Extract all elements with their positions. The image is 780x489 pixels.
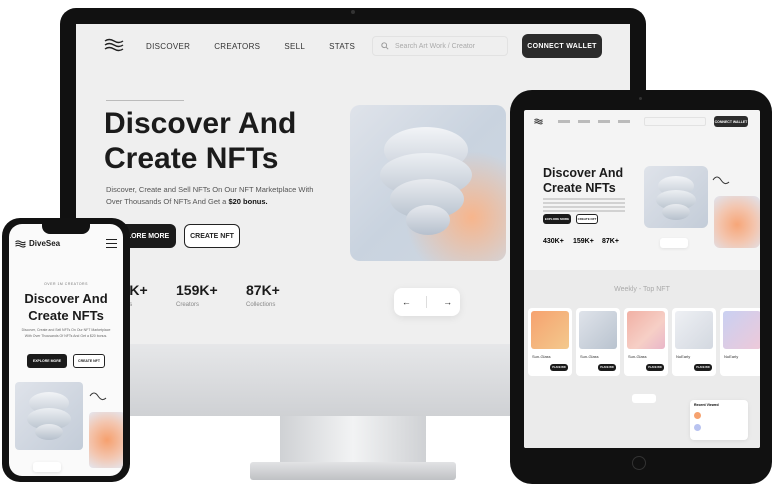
- art-disc: [406, 205, 450, 235]
- stat-collections: 87K+ Collections: [246, 282, 280, 308]
- phone-explore-button[interactable]: EXPLORE MORE: [27, 354, 67, 368]
- nft-card[interactable]: NuEarly: [720, 308, 760, 376]
- tablet-hero-desc: [543, 198, 625, 212]
- main-nav: DISCOVER CREATORS SELL STATS: [146, 42, 355, 51]
- hamburger-menu-icon[interactable]: [106, 239, 117, 248]
- wave-logo-icon[interactable]: [534, 118, 543, 125]
- nav-stats[interactable]: STATS: [329, 42, 355, 51]
- recent-viewed-title: Recent Viewed: [694, 403, 719, 407]
- search-icon: [381, 42, 389, 50]
- hero-title: Discover And Create NFTs: [104, 107, 297, 175]
- stat-label: Collections: [246, 302, 276, 308]
- tablet-search-input[interactable]: [644, 117, 706, 126]
- tablet-section-title: Weekly - Top NFT: [614, 286, 670, 293]
- hero-desc-bonus: $20 bonus.: [228, 197, 268, 206]
- ipad-camera: [639, 97, 642, 100]
- tablet-stat-value: 430K+: [543, 238, 564, 245]
- phone-side-artwork[interactable]: [89, 412, 123, 468]
- hero-divider: [106, 100, 184, 101]
- avatar: [694, 412, 701, 419]
- nft-thumb: [531, 311, 569, 349]
- nft-thumb: [675, 311, 713, 349]
- nft-card[interactable]: NuEarly PLACE BID: [672, 308, 716, 376]
- tablet-connect-button[interactable]: CONNECT WALLET: [714, 116, 748, 127]
- brand-name: DiveSea: [29, 239, 61, 248]
- phone-hero-desc: Discover, Create and Sell NFTs On Our NF…: [21, 328, 111, 338]
- nft-card-title: Sun-Glass: [580, 354, 599, 359]
- nft-card-title: NuEarly: [676, 354, 691, 359]
- nft-thumb: [627, 311, 665, 349]
- nft-card-title: Sun-Glass: [628, 354, 647, 359]
- tablet-explore-button[interactable]: EXPLORE MORE: [543, 214, 571, 224]
- nft-thumb: [579, 311, 617, 349]
- tablet-stat-value: 87K+: [602, 238, 619, 245]
- search-placeholder: Search Art Work / Creator: [395, 42, 476, 50]
- connect-wallet-button[interactable]: CONNECT WALLET: [522, 34, 602, 58]
- tablet-side-artwork[interactable]: [714, 196, 760, 248]
- nft-card-title: Sun-Glass: [532, 354, 551, 359]
- imac-stand: [280, 416, 426, 466]
- phone-eyebrow: OVER 1M CREATORS: [44, 282, 88, 286]
- nav-sell[interactable]: SELL: [284, 42, 305, 51]
- tablet-cards-pager[interactable]: [632, 394, 656, 403]
- nft-card[interactable]: Sun-Glass PLACE BID: [576, 308, 620, 376]
- imac-stand-base: [250, 462, 456, 480]
- phone-screen: DiveSea OVER 1M CREATORS Discover And Cr…: [9, 224, 123, 476]
- stat-value: 87K+: [246, 282, 280, 298]
- art-disc: [662, 204, 690, 220]
- squiggle-arrow-icon: [712, 176, 730, 185]
- place-bid-button[interactable]: PLACE BID: [646, 364, 664, 371]
- avatar: [694, 424, 701, 431]
- art-disc: [35, 424, 63, 440]
- stat-label: Creators: [176, 302, 200, 308]
- phone-create-button[interactable]: CREATE NFT: [73, 354, 105, 368]
- pager-divider: [426, 296, 428, 308]
- stat-value: 159K+: [176, 282, 218, 298]
- tablet-create-button[interactable]: CREATE NFT: [576, 214, 598, 224]
- squiggle-arrow-icon: [89, 392, 107, 401]
- pager-prev-button[interactable]: ←: [402, 297, 411, 307]
- tablet-pager[interactable]: [660, 238, 688, 248]
- tablet-hero-artwork[interactable]: [644, 166, 708, 228]
- wave-logo-icon[interactable]: [15, 240, 26, 248]
- phone-hero-title: Discover And Create NFTs: [24, 291, 108, 323]
- recent-viewed-panel: Recent Viewed: [690, 400, 748, 440]
- nft-card-title: NuEarly: [724, 354, 739, 359]
- nft-card[interactable]: Sun-Glass PLACE BID: [528, 308, 572, 376]
- iphone-notch: [42, 224, 90, 234]
- phone-pager[interactable]: [33, 462, 61, 472]
- wave-logo-icon[interactable]: [104, 38, 124, 52]
- create-nft-button[interactable]: CREATE NFT: [184, 224, 240, 248]
- place-bid-button[interactable]: PLACE BID: [550, 364, 568, 371]
- pager-next-button[interactable]: →: [443, 297, 452, 307]
- search-input[interactable]: Search Art Work / Creator: [372, 36, 508, 56]
- stat-creators: 159K+ Creators: [176, 282, 218, 308]
- hero-desc-lead: Discover, Create and Sell NFTs On Our NF…: [106, 185, 314, 206]
- tablet-nav[interactable]: [558, 120, 630, 123]
- phone-hero-artwork[interactable]: [15, 382, 83, 450]
- place-bid-button[interactable]: PLACE BID: [694, 364, 712, 371]
- tablet-hero-title: Discover And Create NFTs: [543, 166, 624, 195]
- hero-description: Discover, Create and Sell NFTs On Our NF…: [106, 184, 326, 208]
- place-bid-button[interactable]: PLACE BID: [598, 364, 616, 371]
- hero-nft-artwork[interactable]: [350, 105, 506, 261]
- nav-creators[interactable]: CREATORS: [214, 42, 260, 51]
- tablet-screen: CONNECT WALLET Discover And Create NFTs …: [524, 110, 760, 448]
- imac-camera: [351, 10, 355, 14]
- ipad-home-button[interactable]: [632, 456, 646, 470]
- nav-discover[interactable]: DISCOVER: [146, 42, 190, 51]
- nft-card[interactable]: Sun-Glass PLACE BID: [624, 308, 668, 376]
- nft-thumb: [723, 311, 760, 349]
- carousel-pager: ← →: [394, 288, 460, 316]
- tablet-stat-value: 159K+: [573, 238, 594, 245]
